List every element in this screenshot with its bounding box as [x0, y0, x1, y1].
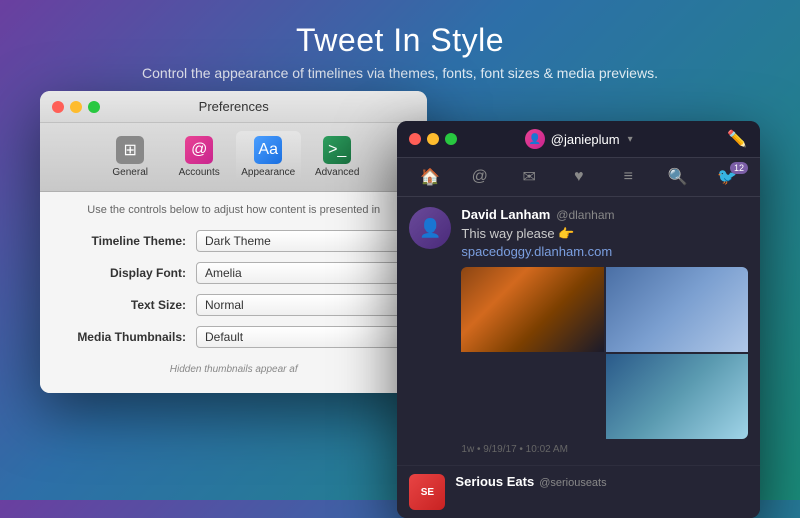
timeline-theme-control[interactable]: Dark Theme ▾ — [196, 230, 411, 252]
nav-lists[interactable]: ≡ — [603, 163, 653, 191]
chevron-down-icon: ▾ — [628, 134, 633, 145]
maximize-button[interactable] — [88, 101, 100, 113]
tweet-timestamp: 1w • 9/19/17 • 10:02 AM — [461, 444, 748, 455]
timeline-theme-row: Timeline Theme: Dark Theme ▾ — [56, 230, 411, 252]
toolbar: ⊞ General @ Accounts Aa Appearance >_ Ad… — [40, 123, 427, 192]
tweet-text: This way please 👉 spacedoggy.dlanham.com — [461, 225, 748, 261]
serious-eats-avatar: SE — [409, 474, 445, 510]
media-thumbnails-value: Default — [205, 330, 243, 344]
bottom-tweet-item: SE Serious Eats @seriouseats — [397, 466, 760, 518]
tweet-author-handle: @dlanham — [556, 208, 614, 222]
tweet-window-controls — [409, 133, 457, 145]
tweet-body: David Lanham @dlanham This way please 👉 … — [461, 207, 748, 455]
general-label: General — [112, 167, 148, 178]
serious-eats-logo: SE — [421, 487, 434, 498]
tweet-window: 👤 @janieplum ▾ ✏️ 🏠 @ ✉ ♥ ≡ 🔍 🐦 12 👤 — [397, 121, 760, 518]
text-size-label: Text Size: — [56, 298, 196, 312]
tweet-titlebar: 👤 @janieplum ▾ ✏️ — [397, 121, 760, 158]
tweet-author-name: David Lanham — [461, 207, 550, 222]
nav-mentions[interactable]: @ — [455, 163, 505, 191]
compose-icon[interactable]: ✏️ — [726, 128, 748, 150]
general-icon: ⊞ — [116, 136, 144, 164]
nav-messages[interactable]: ✉ — [504, 162, 554, 192]
text-size-control[interactable]: Normal ▾ — [196, 294, 411, 316]
tweet-link[interactable]: spacedoggy.dlanham.com — [461, 244, 612, 259]
prefs-titlebar: Preferences — [40, 91, 427, 123]
bottom-tweet-header: Serious Eats @seriouseats — [455, 474, 748, 489]
display-font-value: Amelia — [205, 266, 242, 280]
accounts-label: Accounts — [179, 167, 220, 178]
tweet-text-content: This way please 👉 — [461, 226, 574, 241]
text-size-row: Text Size: Normal ▾ — [56, 294, 411, 316]
prefs-footer: Hidden thumbnails appear af — [56, 358, 411, 377]
toolbar-item-appearance[interactable]: Aa Appearance — [236, 131, 301, 183]
tweet-header: David Lanham @dlanham — [461, 207, 748, 222]
bottom-tweet-content: Serious Eats @seriouseats — [455, 474, 748, 510]
advanced-icon: >_ — [323, 136, 351, 164]
toolbar-item-accounts[interactable]: @ Accounts — [167, 131, 232, 183]
display-font-label: Display Font: — [56, 266, 196, 280]
tweet-close-button[interactable] — [409, 133, 421, 145]
appearance-label: Appearance — [241, 167, 295, 178]
nav-likes[interactable]: ♥ — [554, 163, 604, 191]
nav-home[interactable]: 🏠 — [405, 162, 455, 192]
tweet-username: @janieplum — [551, 132, 620, 147]
media-image-1 — [461, 267, 603, 352]
media-thumbnails-control[interactable]: Default ▾ — [196, 326, 411, 348]
tweet-media — [461, 267, 748, 439]
main-title: Tweet In Style — [0, 22, 800, 59]
tweet-nav: 🏠 @ ✉ ♥ ≡ 🔍 🐦 12 — [397, 158, 760, 197]
toolbar-item-advanced[interactable]: >_ Advanced — [305, 131, 370, 183]
advanced-label: Advanced — [315, 167, 359, 178]
timeline-theme-label: Timeline Theme: — [56, 234, 196, 248]
media-thumbnails-row: Media Thumbnails: Default ▾ — [56, 326, 411, 348]
media-thumbnails-label: Media Thumbnails: — [56, 330, 196, 344]
window-controls — [52, 101, 100, 113]
tweet-maximize-button[interactable] — [445, 133, 457, 145]
preferences-window: Preferences ⊞ General @ Accounts Aa Appe… — [40, 91, 427, 393]
display-font-row: Display Font: Amelia ▾ — [56, 262, 411, 284]
subtitle: Control the appearance of timelines via … — [0, 65, 800, 81]
header-section: Tweet In Style Control the appearance of… — [0, 0, 800, 91]
nav-search[interactable]: 🔍 — [653, 162, 703, 192]
media-image-3 — [606, 354, 748, 439]
prefs-content: Use the controls below to adjust how con… — [40, 192, 427, 393]
text-size-value: Normal — [205, 298, 244, 312]
tweet-minimize-button[interactable] — [427, 133, 439, 145]
appearance-icon: Aa — [254, 136, 282, 164]
timeline-theme-value: Dark Theme — [205, 234, 271, 248]
bottom-tweet-handle: @seriouseats — [539, 477, 606, 489]
tweet-item: 👤 David Lanham @dlanham This way please … — [397, 197, 760, 466]
nav-activity[interactable]: 🐦 12 — [703, 162, 753, 192]
tweet-author-avatar: 👤 — [409, 207, 451, 249]
avatar-image: 👤 — [409, 207, 451, 249]
nav-badge: 12 — [730, 162, 748, 174]
windows-container: Preferences ⊞ General @ Accounts Aa Appe… — [0, 91, 800, 518]
tweet-user[interactable]: 👤 @janieplum ▾ — [525, 129, 633, 149]
display-font-control[interactable]: Amelia ▾ — [196, 262, 411, 284]
close-button[interactable] — [52, 101, 64, 113]
toolbar-item-general[interactable]: ⊞ General — [98, 131, 163, 183]
prefs-window-title: Preferences — [199, 99, 269, 114]
bottom-tweet-name: Serious Eats — [455, 474, 534, 489]
tweet-feed: 👤 David Lanham @dlanham This way please … — [397, 197, 760, 518]
prefs-hint: Use the controls below to adjust how con… — [56, 204, 411, 216]
user-avatar-small: 👤 — [525, 129, 545, 149]
accounts-icon: @ — [185, 136, 213, 164]
media-image-2 — [606, 267, 748, 352]
minimize-button[interactable] — [70, 101, 82, 113]
